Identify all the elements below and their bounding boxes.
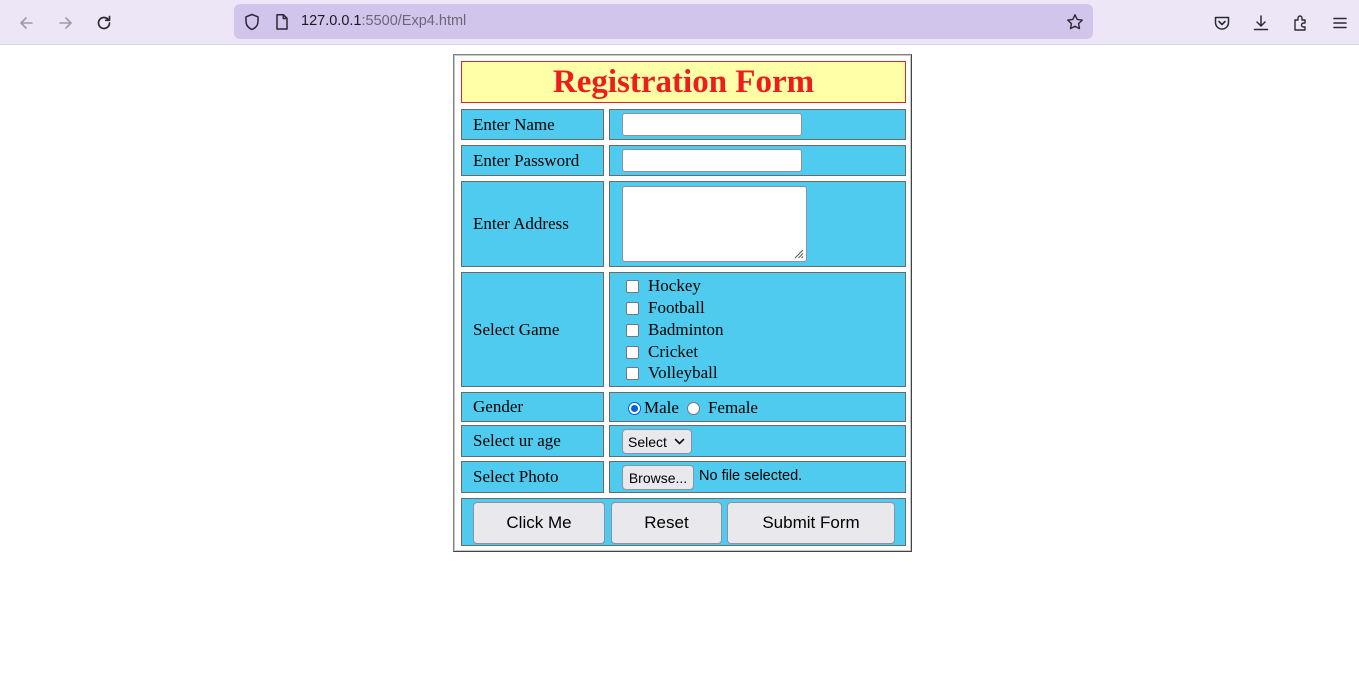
address-label: Enter Address — [461, 181, 604, 267]
menu-icon[interactable] — [1326, 9, 1354, 37]
button-row: Click Me Reset Submit Form — [461, 498, 906, 546]
photo-label-text: Select Photo — [473, 467, 559, 486]
male-radio[interactable] — [628, 401, 641, 415]
female-label: Female — [707, 398, 758, 417]
gender-options: Male Female — [628, 398, 758, 418]
game-label: Select Game — [461, 272, 604, 387]
age-label: Select ur age — [461, 425, 604, 457]
game-option-label: Football — [648, 298, 705, 317]
game-option[interactable]: Volleyball — [626, 363, 718, 383]
gender-label-text: Gender — [473, 397, 524, 416]
url-path: :5500/Exp4.html — [361, 13, 467, 29]
downloads-icon[interactable] — [1247, 9, 1275, 37]
age-select[interactable]: Select — [622, 429, 692, 454]
age-select-value: Select — [628, 433, 667, 450]
form-title: Registration Form — [461, 61, 906, 103]
game-option-label: Cricket — [648, 342, 699, 361]
bookmark-star-icon[interactable] — [1066, 13, 1084, 31]
password-field-cell — [609, 145, 906, 176]
address-label-text: Enter Address — [473, 214, 569, 233]
age-label-text: Select ur age — [473, 431, 561, 450]
name-input[interactable] — [622, 113, 802, 136]
cricket-checkbox[interactable] — [626, 345, 639, 359]
football-checkbox[interactable] — [626, 301, 639, 315]
gender-field-cell: Male Female — [609, 392, 906, 422]
reload-icon[interactable] — [90, 9, 118, 37]
resize-grip-icon[interactable] — [792, 247, 804, 259]
game-option[interactable]: Badminton — [626, 320, 724, 340]
url-text[interactable]: 127.0.0.1:5500/Exp4.html — [301, 13, 466, 29]
password-label: Enter Password — [461, 145, 604, 176]
gender-label: Gender — [461, 392, 604, 422]
address-textarea[interactable] — [622, 186, 807, 262]
game-option[interactable]: Football — [626, 298, 705, 318]
game-option-label: Volleyball — [648, 363, 718, 382]
game-option[interactable]: Cricket — [626, 342, 698, 362]
file-status: No file selected. — [699, 468, 803, 484]
name-field-cell — [609, 109, 906, 140]
pocket-icon[interactable] — [1208, 9, 1236, 37]
password-label-text: Enter Password — [473, 150, 580, 170]
browse-button[interactable]: Browse... — [622, 465, 694, 490]
female-radio[interactable] — [686, 401, 700, 415]
address-bar[interactable]: 127.0.0.1:5500/Exp4.html — [234, 4, 1093, 39]
game-field-cell: Hockey Football Badminton Cricket Volley… — [609, 272, 906, 387]
back-icon[interactable] — [12, 9, 40, 37]
badminton-checkbox[interactable] — [626, 323, 639, 337]
age-field-cell: Select — [609, 425, 906, 457]
password-input[interactable] — [622, 149, 802, 172]
reset-button[interactable]: Reset — [611, 502, 722, 544]
game-label-text: Select Game — [473, 319, 560, 339]
male-label: Male — [644, 398, 679, 417]
forward-icon[interactable] — [52, 9, 80, 37]
browser-toolbar: 127.0.0.1:5500/Exp4.html — [0, 0, 1359, 45]
photo-label: Select Photo — [461, 461, 604, 493]
hockey-checkbox[interactable] — [626, 279, 639, 293]
address-field-cell — [609, 181, 906, 267]
page-icon[interactable] — [273, 13, 291, 31]
shield-icon[interactable] — [243, 13, 261, 31]
volleyball-checkbox[interactable] — [626, 366, 639, 380]
extensions-icon[interactable] — [1287, 9, 1315, 37]
submit-button[interactable]: Submit Form — [727, 502, 895, 544]
game-option[interactable]: Hockey — [626, 276, 701, 296]
url-host: 127.0.0.1 — [301, 13, 362, 29]
registration-form-table: Registration Form Enter Name Enter Passw… — [453, 54, 912, 552]
game-option-label: Hockey — [648, 276, 701, 295]
photo-field-cell: Browse... No file selected. — [609, 461, 906, 493]
game-option-label: Badminton — [648, 320, 724, 339]
name-label-text: Enter Name — [473, 114, 555, 134]
chevron-down-icon — [674, 438, 685, 445]
click-me-button[interactable]: Click Me — [473, 502, 605, 544]
name-label: Enter Name — [461, 109, 604, 140]
